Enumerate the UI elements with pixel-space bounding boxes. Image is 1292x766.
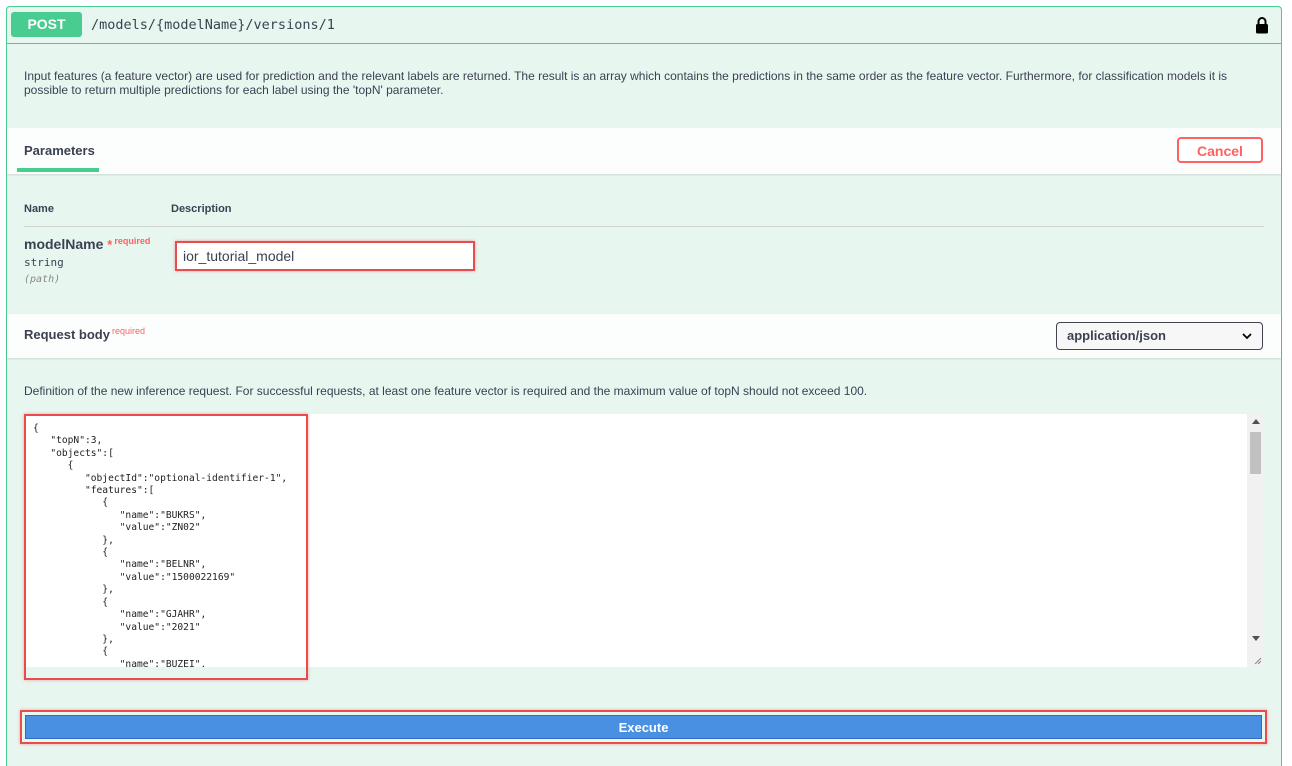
tab-active-indicator bbox=[17, 168, 99, 172]
request-body-description: Definition of the new inference request.… bbox=[24, 384, 868, 398]
param-name: modelName bbox=[24, 236, 104, 252]
tab-parameters[interactable]: Parameters bbox=[24, 143, 95, 158]
cancel-button[interactable]: Cancel bbox=[1177, 137, 1263, 163]
request-body-label: Request body bbox=[24, 327, 110, 342]
required-star: * bbox=[107, 237, 113, 252]
resize-handle-icon[interactable] bbox=[1252, 655, 1262, 665]
request-body-title: Request body required bbox=[24, 326, 145, 342]
chevron-down-icon bbox=[1242, 333, 1252, 340]
column-divider bbox=[24, 226, 1264, 227]
operation-block: POST /models/{modelName}/versions/1 Inpu… bbox=[6, 6, 1282, 766]
execute-highlight-box: Execute bbox=[20, 710, 1267, 744]
scrollbar-thumb[interactable] bbox=[1250, 432, 1261, 474]
model-name-input[interactable] bbox=[175, 241, 475, 271]
execute-button[interactable]: Execute bbox=[25, 715, 1262, 739]
operation-description: Input features (a feature vector) are us… bbox=[24, 69, 1228, 97]
content-type-select[interactable]: application/json bbox=[1056, 322, 1263, 350]
scroll-down-arrow-icon[interactable] bbox=[1252, 636, 1260, 641]
param-type: string bbox=[24, 256, 64, 269]
code-highlight-box bbox=[24, 414, 308, 680]
request-body-header: Request body required application/json bbox=[7, 314, 1281, 358]
editor-scrollbar[interactable] bbox=[1247, 414, 1264, 667]
scroll-up-arrow-icon[interactable] bbox=[1252, 419, 1260, 424]
content-type-value: application/json bbox=[1067, 328, 1166, 343]
column-header-name: Name bbox=[24, 203, 54, 215]
request-body-required: required bbox=[111, 326, 145, 336]
operation-summary[interactable]: POST /models/{modelName}/versions/1 bbox=[7, 7, 1281, 44]
column-header-description: Description bbox=[171, 203, 232, 215]
param-name-label: modelName * required bbox=[24, 236, 150, 252]
param-location: (path) bbox=[24, 274, 61, 285]
lock-icon[interactable] bbox=[1255, 16, 1269, 34]
parameters-header: Parameters Cancel bbox=[7, 128, 1281, 174]
required-label: required bbox=[114, 236, 151, 246]
operation-path: /models/{modelName}/versions/1 bbox=[91, 17, 335, 33]
http-method-badge: POST bbox=[11, 12, 82, 37]
